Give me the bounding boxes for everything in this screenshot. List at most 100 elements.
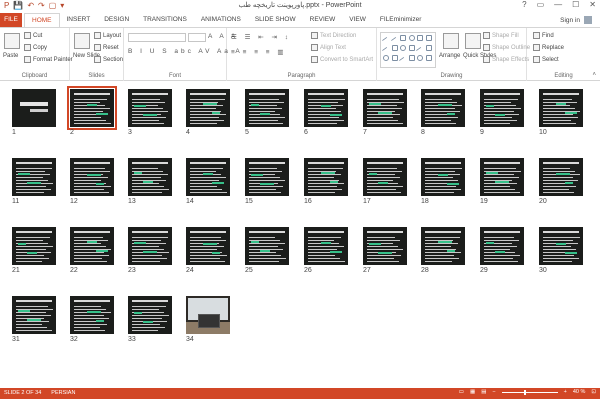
collapse-ribbon-icon[interactable]: ˄	[592, 72, 596, 78]
text-direction-button[interactable]: Text Direction	[311, 32, 356, 39]
slide-preview[interactable]	[363, 227, 407, 265]
slide-preview[interactable]	[12, 158, 56, 196]
slide-preview[interactable]	[128, 227, 172, 265]
slide-preview[interactable]	[67, 86, 117, 130]
slide-preview[interactable]	[128, 158, 172, 196]
slide-thumbnail[interactable]: 21	[12, 227, 56, 274]
copy-button[interactable]: Copy	[24, 44, 47, 51]
slide-thumbnail[interactable]: 17	[363, 158, 407, 205]
replace-button[interactable]: Replace	[533, 44, 564, 51]
slide-preview[interactable]	[186, 158, 230, 196]
maximize-icon[interactable]: ☐	[572, 0, 579, 9]
rectangle-shape-icon[interactable]	[391, 45, 398, 51]
slide-preview[interactable]	[12, 89, 56, 127]
rectangle-shape-icon[interactable]	[417, 35, 423, 41]
slide-preview[interactable]	[480, 158, 524, 196]
tab-file[interactable]: FILE	[0, 13, 22, 27]
help-icon[interactable]: ?	[522, 0, 526, 9]
slide-thumbnail[interactable]: 34	[186, 296, 230, 343]
line-shape-icon[interactable]	[381, 36, 391, 46]
slide-thumbnail[interactable]: 19	[480, 158, 524, 205]
slide-thumbnail[interactable]: 14	[186, 158, 230, 205]
slide-preview[interactable]	[70, 158, 114, 196]
line-shape-icon[interactable]	[390, 36, 399, 46]
slide-thumbnail[interactable]: 30	[539, 227, 583, 274]
slide-preview[interactable]	[186, 227, 230, 265]
slide-thumbnail[interactable]: 33	[128, 296, 172, 343]
oval-shape-icon[interactable]	[408, 35, 415, 41]
star-shape-icon[interactable]	[391, 55, 398, 61]
slide-thumbnail[interactable]: 8	[421, 89, 465, 136]
slide-thumbnail[interactable]: 26	[304, 227, 348, 274]
zoom-slider-knob[interactable]	[523, 389, 526, 395]
line-shape-icon[interactable]	[381, 46, 391, 56]
slide-thumbnail[interactable]: 25	[245, 227, 289, 274]
slide-thumbnail[interactable]: 32	[70, 296, 114, 343]
slide-sorter-view-icon[interactable]: ▦	[470, 389, 475, 395]
slide-thumbnail[interactable]: 31	[12, 296, 56, 343]
paste-icon[interactable]	[4, 33, 20, 49]
slide-preview[interactable]	[12, 227, 56, 265]
shape-effects-button[interactable]: Shape Effects	[483, 56, 529, 63]
slide-thumbnail[interactable]: 12	[70, 158, 114, 205]
tab-transitions[interactable]: TRANSITIONS	[136, 13, 194, 27]
tab-fileminimizer[interactable]: FILEminimizer	[373, 13, 429, 27]
slide-thumbnail[interactable]: 11	[12, 158, 56, 205]
slide-preview[interactable]	[245, 89, 289, 127]
cut-button[interactable]: Cut	[24, 32, 42, 39]
tab-view[interactable]: VIEW	[342, 13, 373, 27]
slide-thumbnail[interactable]: 2	[67, 86, 117, 136]
reset-button[interactable]: Reset	[94, 44, 119, 51]
align-text-button[interactable]: Align Text	[311, 44, 346, 51]
slide-preview[interactable]	[304, 158, 348, 196]
slide-thumbnail[interactable]: 4	[186, 89, 230, 136]
reading-view-icon[interactable]: ▤	[481, 389, 486, 395]
slide-preview[interactable]	[128, 89, 172, 127]
zoom-out-icon[interactable]: −	[492, 389, 495, 395]
oval-shape-icon[interactable]	[400, 45, 406, 51]
arrange-icon[interactable]	[443, 33, 459, 49]
language-indicator[interactable]: PERSIAN	[51, 390, 75, 396]
slide-preview[interactable]	[421, 227, 465, 265]
slide-preview[interactable]	[186, 296, 230, 334]
slide-thumbnail[interactable]: 18	[421, 158, 465, 205]
slide-thumbnail[interactable]: 22	[70, 227, 114, 274]
quick-styles-icon[interactable]	[465, 33, 481, 49]
slide-preview[interactable]	[245, 227, 289, 265]
slide-preview[interactable]	[186, 89, 230, 127]
slide-thumbnail[interactable]: 10	[539, 89, 583, 136]
slide-preview[interactable]	[70, 296, 114, 334]
oval-shape-icon[interactable]	[383, 55, 389, 61]
zoom-slider[interactable]	[501, 389, 558, 395]
tab-animations[interactable]: ANIMATIONS	[194, 13, 248, 27]
slide-thumbnail[interactable]: 29	[480, 227, 524, 274]
zoom-in-icon[interactable]: +	[564, 389, 567, 395]
slide-thumbnail[interactable]: 24	[186, 227, 230, 274]
fit-slide-icon[interactable]: ⊡	[591, 389, 596, 395]
slide-preview[interactable]	[245, 158, 289, 196]
ribbon-display-icon[interactable]: ▭	[537, 0, 545, 9]
minimize-icon[interactable]: —	[554, 0, 562, 9]
slide-thumbnail[interactable]: 13	[128, 158, 172, 205]
slide-preview[interactable]	[480, 89, 524, 127]
arrange-button[interactable]: Arrange	[439, 53, 460, 59]
slide-preview[interactable]	[421, 158, 465, 196]
arrow-shape-icon[interactable]	[398, 56, 408, 66]
slide-preview[interactable]	[304, 89, 348, 127]
shape-fill-button[interactable]: Shape Fill	[483, 32, 519, 39]
slide-preview[interactable]	[363, 158, 407, 196]
slide-thumbnail[interactable]: 16	[304, 158, 348, 205]
new-slide-icon[interactable]	[74, 33, 90, 49]
paste-button[interactable]: Paste	[3, 53, 18, 59]
slide-preview[interactable]	[539, 89, 583, 127]
oval-shape-icon[interactable]	[417, 55, 423, 61]
avatar[interactable]	[584, 16, 592, 24]
slide-thumbnail[interactable]: 5	[245, 89, 289, 136]
convert-smartart-button[interactable]: Convert to SmartArt	[311, 56, 373, 63]
sign-in-label[interactable]: Sign in	[560, 17, 580, 24]
slide-preview[interactable]	[304, 227, 348, 265]
rectangle-shape-icon[interactable]	[425, 55, 432, 61]
shapes-gallery[interactable]	[380, 32, 436, 68]
slide-preview[interactable]	[12, 296, 56, 334]
slide-thumbnail[interactable]: 7	[363, 89, 407, 136]
